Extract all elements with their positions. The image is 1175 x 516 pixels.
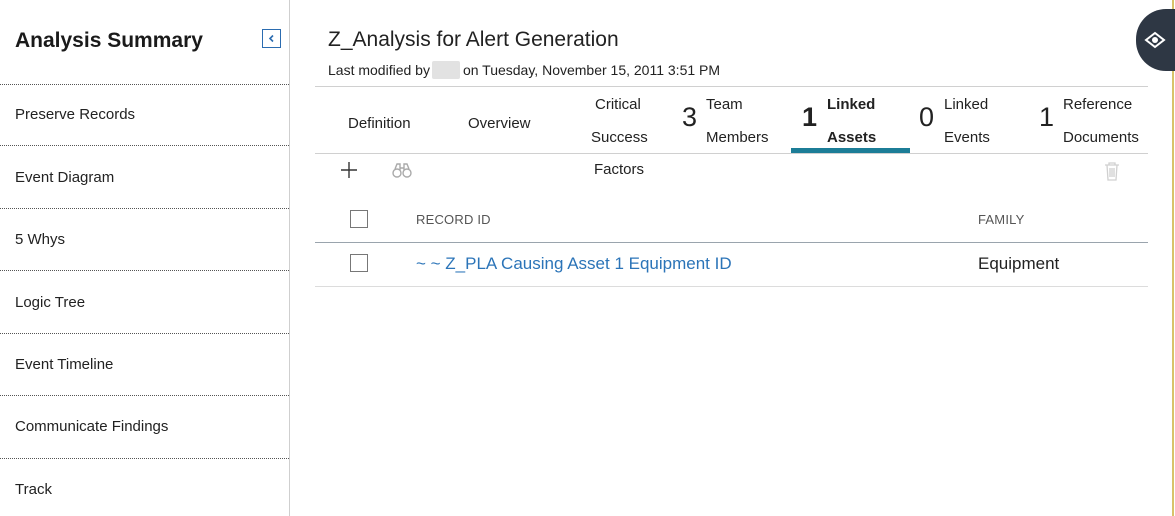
tab-label: Critical [595, 96, 641, 113]
tab-overview[interactable]: Overview [448, 87, 568, 153]
select-all-checkbox[interactable] [350, 210, 368, 228]
tab-label: Team [706, 96, 743, 113]
collapse-sidebar-button[interactable] [262, 29, 281, 48]
main-content: Z_Analysis for Alert Generation Last mod… [290, 0, 1175, 516]
sidebar-item-track[interactable]: Track [0, 459, 289, 516]
column-header-family[interactable]: FAMILY [978, 212, 1024, 227]
delete-button[interactable] [1104, 162, 1120, 186]
modified-prefix: Last modified by [328, 62, 430, 78]
sidebar-item-communicate-findings[interactable]: Communicate Findings [0, 396, 289, 459]
tab-critical-success-factors[interactable]: Critical Success [568, 87, 674, 153]
active-tab-indicator [791, 148, 910, 153]
tab-label-line2: Assets [827, 129, 877, 146]
trash-icon [1104, 162, 1120, 185]
sidebar-item-logic-tree[interactable]: Logic Tree [0, 271, 289, 334]
tab-label: Linked [944, 96, 989, 113]
eye-icon [1144, 30, 1166, 55]
tab-count: 3 [682, 102, 698, 132]
search-button[interactable] [392, 162, 412, 184]
sidebar-item-5-whys[interactable]: 5 Whys [0, 209, 289, 271]
tab-count: 0 [919, 102, 935, 132]
panel-edge [1172, 0, 1174, 516]
tab-label-line2: Events [944, 129, 990, 146]
binoculars-icon [392, 163, 412, 183]
tab-label: Reference [1063, 96, 1133, 113]
tab-label-line2: Success [591, 129, 648, 146]
sidebar-item-label: Preserve Records [15, 106, 136, 123]
last-modified: Last modified by on Tuesday, November 15,… [328, 61, 720, 79]
tab-label-line2: Documents [1063, 129, 1139, 146]
sidebar-item-label: Logic Tree [15, 294, 86, 311]
tab-label: Overview [468, 115, 531, 132]
sidebar-item-event-diagram[interactable]: Event Diagram [0, 146, 289, 209]
tab-label: Linked [827, 96, 876, 113]
sidebar-item-label: Event Timeline [15, 356, 114, 373]
redacted-user [431, 61, 460, 79]
modified-suffix: on Tuesday, November 15, 2011 3:51 PM [462, 62, 721, 78]
sidebar-item-event-timeline[interactable]: Event Timeline [0, 334, 289, 396]
sidebar-item-label: Track [15, 481, 52, 498]
column-header-record-id[interactable]: RECORD ID [416, 212, 491, 227]
sidebar-header: Analysis Summary [0, 0, 289, 85]
sidebar-item-preserve-records[interactable]: Preserve Records [0, 84, 289, 146]
family-cell: Equipment [978, 254, 1060, 273]
sidebar-item-label: Communicate Findings [15, 418, 169, 435]
sidebar-title: Analysis Summary [15, 29, 203, 52]
add-button[interactable] [340, 161, 358, 184]
tab-label-line2: Members [706, 129, 769, 146]
page-title: Z_Analysis for Alert Generation [328, 28, 619, 51]
sidebar: Analysis Summary Preserve Records Event … [0, 0, 290, 516]
tab-definition[interactable]: Definition [315, 87, 448, 153]
sidebar-item-label: Event Diagram [15, 169, 115, 186]
tab-reference-documents[interactable]: 1 Reference Documents [1032, 87, 1148, 153]
row-checkbox[interactable] [350, 254, 368, 272]
tab-linked-events[interactable]: 0 Linked Events [910, 87, 1032, 153]
tab-count: 1 [1039, 102, 1055, 132]
sidebar-item-label: 5 Whys [15, 231, 66, 248]
tab-bar: Definition Overview Critical Success 3 T… [315, 86, 1148, 154]
plus-icon [340, 162, 358, 183]
tab-label-overflow: Factors [594, 161, 645, 178]
table-header-row: RECORD ID FAMILY [315, 200, 1148, 243]
corner-view-button[interactable] [1136, 9, 1175, 71]
tab-count: 1 [802, 102, 818, 132]
tab-team-members[interactable]: 3 Team Members [674, 87, 791, 153]
table-row: ~ ~ Z_PLA Causing Asset 1 Equipment ID E… [315, 243, 1148, 287]
tab-linked-assets[interactable]: 1 Linked Assets [791, 87, 910, 153]
tab-label: Definition [348, 115, 411, 132]
chevron-left-icon [267, 34, 276, 43]
record-id-link[interactable]: ~ ~ Z_PLA Causing Asset 1 Equipment ID [416, 254, 732, 274]
